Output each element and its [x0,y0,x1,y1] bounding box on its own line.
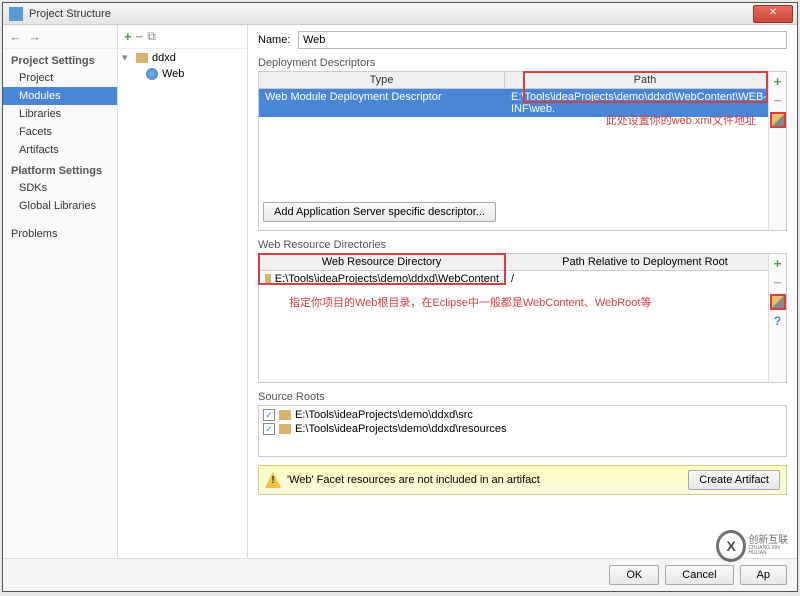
dd-th-path: Path [505,72,786,88]
checkbox-icon[interactable]: ✓ [263,423,275,435]
name-row: Name: [258,31,787,49]
sidebar-item-facets[interactable]: Facets [3,123,117,141]
sidebar-item-global-libraries[interactable]: Global Libraries [3,197,117,215]
sr-title: Source Roots [258,391,787,403]
folder-icon [279,424,291,434]
name-label: Name: [258,34,298,46]
dd-th-type: Type [259,72,505,88]
dd-edit-icon[interactable] [770,112,786,128]
add-server-descriptor-button[interactable]: Add Application Server specific descript… [263,202,496,222]
module-icon [136,53,148,63]
sidebar-item-problems[interactable]: Problems [3,225,117,243]
wrd-row-rel: / [505,271,786,287]
sr-path-1: E:\Tools\ideaProjects\demo\ddxd\resource… [295,423,507,435]
content-area: ← → Project Settings Project Modules Lib… [3,25,797,561]
sr-row-1[interactable]: ✓ E:\Tools\ideaProjects\demo\ddxd\resour… [263,422,782,436]
deployment-descriptors-section: Deployment Descriptors Type Path Web Mod… [258,57,787,231]
folder-icon [279,410,291,420]
dd-add-icon[interactable]: + [774,74,782,89]
wrd-row[interactable]: E:\Tools\ideaProjects\demo\ddxd\WebConte… [259,271,786,287]
tree-toolbar: + − ⧉ [118,25,247,49]
dd-table-header: Type Path [259,72,786,89]
wrd-box: Web Resource Directory Path Relative to … [258,253,787,383]
copy-icon[interactable]: ⧉ [147,29,156,44]
add-module-icon[interactable]: + [124,29,132,44]
sr-row-0[interactable]: ✓ E:\Tools\ideaProjects\demo\ddxd\src [263,408,782,422]
close-button[interactable]: ✕ [753,5,793,23]
tree-module-row[interactable]: ▾ ddxd [118,49,247,66]
web-resource-section: Web Resource Directories Web Resource Di… [258,239,787,383]
expand-icon[interactable]: ▾ [122,51,132,64]
window-title: Project Structure [29,8,791,20]
module-tree: + − ⧉ ▾ ddxd Web [118,25,248,561]
name-input[interactable] [298,31,787,49]
apply-button[interactable]: Ap [740,565,787,585]
ok-button[interactable]: OK [609,565,659,585]
cancel-button[interactable]: Cancel [665,565,733,585]
wrd-edit-icon[interactable] [770,294,786,310]
dialog-window: Project Structure ✕ ← → Project Settings… [2,2,798,592]
source-roots-section: Source Roots ✓ E:\Tools\ideaProjects\dem… [258,391,787,457]
wrd-header: Web Resource Directory Path Relative to … [259,254,786,271]
web-facet-icon [146,68,158,80]
folder-icon [265,274,271,284]
sidebar-item-modules[interactable]: Modules [3,87,117,105]
sidebar-item-project[interactable]: Project [3,69,117,87]
wrd-row-dir: E:\Tools\ideaProjects\demo\ddxd\WebConte… [275,273,499,285]
wrd-note: 指定你项目的Web根目录，在Eclipse中一般都是WebContent、Web… [289,294,651,310]
project-settings-heading: Project Settings [3,49,117,69]
wrd-row-dir-cell: E:\Tools\ideaProjects\demo\ddxd\WebConte… [259,271,505,287]
dd-note: 此处设置你的web.xml文件地址 [606,112,756,128]
wrd-add-icon[interactable]: + [774,256,782,271]
warning-row: ! 'Web' Facet resources are not included… [258,465,787,495]
remove-module-icon[interactable]: − [136,29,144,44]
sidebar-toolbar: ← → [3,25,117,49]
app-icon [9,7,23,21]
dd-remove-icon[interactable]: − [774,93,782,108]
create-artifact-button[interactable]: Create Artifact [688,470,780,490]
checkbox-icon[interactable]: ✓ [263,409,275,421]
wrd-title: Web Resource Directories [258,239,787,251]
wrd-th-dir: Web Resource Directory [259,254,505,270]
watermark: X 创新互联 CHUANG XIN HULIAN [716,526,796,566]
watermark-text-wrap: 创新互联 CHUANG XIN HULIAN [746,536,796,556]
module-name: ddxd [152,52,176,64]
add-server-wrapper: Add Application Server specific descript… [259,198,500,226]
watermark-logo: X [716,530,746,562]
watermark-text2: CHUANG XIN HULIAN [748,546,796,556]
tree-facet-row[interactable]: Web [118,66,247,82]
sidebar-item-libraries[interactable]: Libraries [3,105,117,123]
dd-row-type: Web Module Deployment Descriptor [259,89,505,117]
warning-icon: ! [265,472,281,488]
back-icon[interactable]: ← [9,29,22,44]
sr-path-0: E:\Tools\ideaProjects\demo\ddxd\src [295,409,473,421]
dialog-footer: OK Cancel Ap [3,558,797,591]
sidebar: ← → Project Settings Project Modules Lib… [3,25,118,561]
wrd-th-rel: Path Relative to Deployment Root [505,254,786,270]
wrd-action-col: + − ? [768,254,786,382]
sr-box: ✓ E:\Tools\ideaProjects\demo\ddxd\src ✓ … [258,405,787,457]
dd-title: Deployment Descriptors [258,57,787,69]
dd-box: Type Path Web Module Deployment Descript… [258,71,787,231]
wrd-remove-icon[interactable]: − [774,275,782,290]
sidebar-item-artifacts[interactable]: Artifacts [3,141,117,159]
dd-action-col: + − [768,72,786,230]
forward-icon[interactable]: → [28,29,41,44]
sidebar-item-sdks[interactable]: SDKs [3,179,117,197]
facet-name: Web [162,68,184,80]
main-panel: Name: Deployment Descriptors Type Path W… [248,25,797,561]
wrd-help-icon[interactable]: ? [774,314,781,328]
titlebar: Project Structure ✕ [3,3,797,25]
warning-text: 'Web' Facet resources are not included i… [287,474,682,486]
platform-settings-heading: Platform Settings [3,159,117,179]
